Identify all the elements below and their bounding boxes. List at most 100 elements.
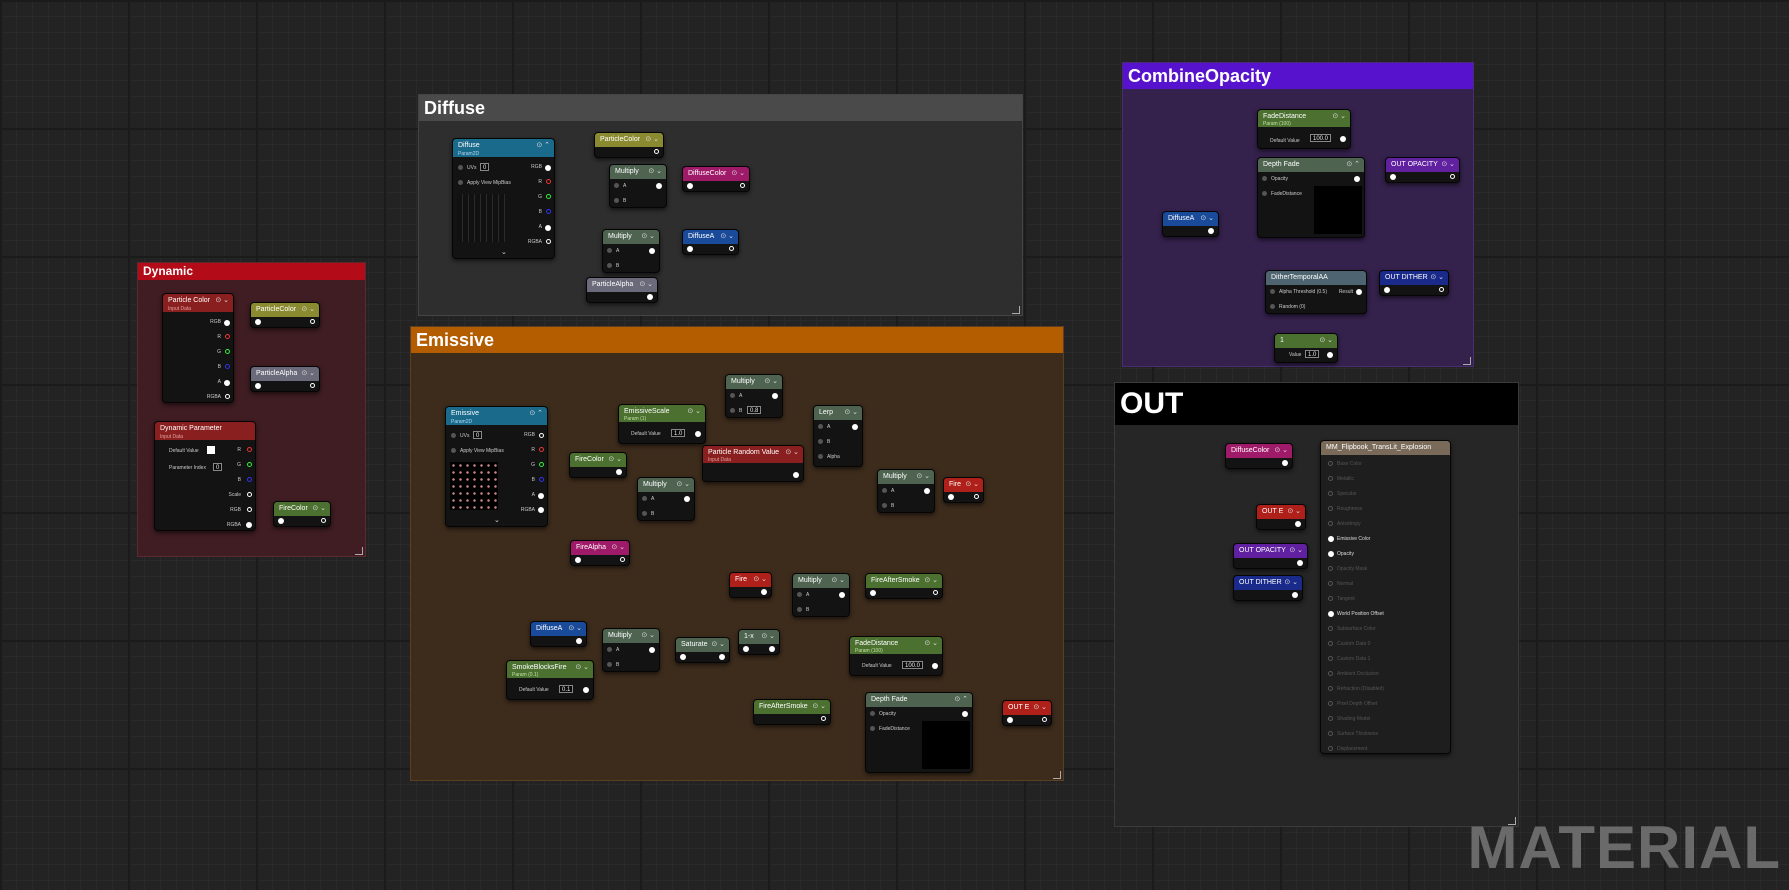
input-pin-b[interactable]	[797, 607, 802, 612]
particlealpha-param-node[interactable]: ParticleAlpha ⊙ ⌄	[250, 366, 320, 392]
multiply-node[interactable]: Multiply ⊙ ⌄ A B	[602, 628, 660, 672]
output-pin[interactable]	[719, 654, 725, 660]
out-opacity-node[interactable]: OUT OPACITY ⊙ ⌄	[1385, 157, 1460, 183]
node-collapse-icon[interactable]: ⊙ ⌄	[639, 278, 653, 292]
output-pin[interactable]	[656, 183, 662, 189]
node-collapse-icon[interactable]: ⊙ ⌄	[916, 470, 930, 484]
expand-icon[interactable]: ⌄	[494, 516, 500, 524]
node-collapse-icon[interactable]: ⊙ ⌄	[215, 294, 229, 308]
emissivescale-param-node[interactable]: EmissiveScale ⊙ ⌄ Param (1) Default Value…	[618, 404, 706, 444]
dither-temporal-aa-node[interactable]: DitherTemporalAA Alpha Threshold (0.5) R…	[1265, 270, 1367, 314]
output-pin[interactable]	[538, 507, 544, 513]
default-value-field[interactable]: 1.0	[671, 429, 686, 437]
material-input-pin[interactable]	[1328, 506, 1333, 511]
output-pin[interactable]	[546, 194, 551, 199]
node-collapse-icon[interactable]: ⊙ ⌄	[687, 405, 701, 419]
input-pin[interactable]	[458, 180, 463, 185]
default-value-field[interactable]: 100.0	[902, 661, 924, 669]
output-pin[interactable]	[247, 492, 252, 497]
parameter-index-field[interactable]: 0	[213, 463, 223, 471]
input-pin[interactable]	[278, 518, 284, 524]
input-pin[interactable]	[255, 319, 261, 325]
output-pin[interactable]	[225, 334, 230, 339]
node-collapse-icon[interactable]: ⊙ ⌄	[1289, 544, 1303, 558]
input-pin[interactable]	[1384, 287, 1390, 293]
node-collapse-icon[interactable]: ⊙ ⌄	[785, 446, 799, 460]
material-input-pin[interactable]	[1328, 656, 1333, 661]
output-pin[interactable]	[247, 447, 252, 452]
input-pin[interactable]	[458, 165, 463, 170]
node-collapse-icon[interactable]: ⊙ ⌄	[1332, 110, 1346, 124]
output-pin[interactable]	[539, 462, 544, 467]
input-pin-b[interactable]	[607, 263, 612, 268]
output-pin[interactable]	[1327, 352, 1333, 358]
input-pin[interactable]	[680, 654, 686, 660]
output-pin[interactable]	[821, 716, 826, 721]
node-collapse-icon[interactable]: ⊙ ⌄	[711, 638, 725, 652]
node-collapse-icon[interactable]: ⊙ ⌄	[1430, 271, 1444, 285]
output-pin[interactable]	[1282, 460, 1288, 466]
output-pin[interactable]	[539, 477, 544, 482]
node-collapse-icon[interactable]: ⊙ ⌄	[812, 700, 826, 714]
material-input-pin[interactable]	[1328, 716, 1333, 721]
depth-fade-node[interactable]: Depth Fade ⊙ ⌃ Opacity FadeDistance	[1257, 157, 1365, 238]
node-collapse-icon[interactable]: ⊙ ⌄	[648, 165, 662, 179]
output-pin[interactable]	[1450, 174, 1455, 179]
input-pin-b[interactable]	[882, 503, 887, 508]
node-collapse-icon[interactable]: ⊙ ⌄	[641, 629, 655, 643]
material-input-pin[interactable]	[1328, 476, 1333, 481]
fadedistance-param-node[interactable]: FadeDistance ⊙ ⌄ Param (100) Default Valu…	[1257, 109, 1351, 149]
dynamic-parameter-node[interactable]: Dynamic Parameter Input Data Default Val…	[154, 421, 256, 531]
input-pin-a[interactable]	[730, 393, 735, 398]
node-collapse-icon[interactable]: ⊙ ⌄	[676, 478, 690, 492]
fireaftersmoke-node[interactable]: FireAfterSmoke ⊙ ⌄	[865, 573, 943, 599]
node-collapse-icon[interactable]: ⊙ ⌄	[608, 453, 622, 467]
node-collapse-icon[interactable]: ⊙ ⌄	[1441, 158, 1455, 172]
node-collapse-icon[interactable]: ⊙ ⌃	[1346, 158, 1360, 172]
output-pin[interactable]	[616, 469, 622, 475]
default-value-swatch[interactable]	[207, 446, 215, 454]
output-pin[interactable]	[695, 431, 701, 437]
one-minus-node[interactable]: 1-x ⊙ ⌄	[738, 629, 780, 655]
node-collapse-icon[interactable]: ⊙ ⌄	[312, 502, 326, 516]
node-collapse-icon[interactable]: ⊙ ⌄	[645, 133, 659, 147]
node-collapse-icon[interactable]: ⊙ ⌄	[1319, 334, 1333, 348]
material-input-pin[interactable]	[1328, 536, 1334, 542]
output-pin[interactable]	[839, 592, 845, 598]
output-pin[interactable]	[1356, 289, 1362, 295]
fire-node[interactable]: Fire ⊙ ⌄	[729, 572, 772, 598]
output-pin[interactable]	[962, 711, 968, 717]
output-pin[interactable]	[729, 246, 734, 251]
output-pin[interactable]	[933, 590, 938, 595]
diffuse-texture-node[interactable]: Diffuse ⊙ ⌃ Param2D UVs 0 Apply View MipB…	[452, 138, 555, 259]
constant-node[interactable]: 1 ⊙ ⌄ Value 1.0	[1274, 333, 1338, 363]
node-collapse-icon[interactable]: ⊙ ⌄	[831, 574, 845, 588]
node-collapse-icon[interactable]: ⊙ ⌄	[1033, 701, 1047, 715]
diffusea-node[interactable]: DiffuseA ⊙ ⌄	[530, 621, 587, 647]
comment-out[interactable]: OUT	[1114, 382, 1519, 827]
output-pin[interactable]	[310, 383, 315, 388]
smokeblocksfire-param-node[interactable]: SmokeBlocksFire ⊙ ⌄ Param (0.1) Default V…	[506, 660, 594, 700]
input-pin[interactable]	[1390, 174, 1396, 180]
output-pin[interactable]	[740, 183, 745, 188]
particlecolor-param-node[interactable]: ParticleColor ⊙ ⌄	[594, 132, 664, 158]
input-pin[interactable]	[451, 448, 456, 453]
input-pin-a[interactable]	[614, 183, 619, 188]
input-pin-a[interactable]	[797, 592, 802, 597]
output-pin[interactable]	[1354, 176, 1360, 182]
input-pin-a[interactable]	[607, 647, 612, 652]
node-collapse-icon[interactable]: ⊙ ⌄	[641, 230, 655, 244]
output-pin[interactable]	[1297, 560, 1303, 566]
output-pin[interactable]	[224, 320, 230, 326]
value-field[interactable]: 1.0	[1305, 350, 1320, 358]
input-pin[interactable]	[687, 183, 693, 189]
material-input-pin[interactable]	[1328, 491, 1333, 496]
diffusea-node[interactable]: DiffuseA ⊙ ⌄	[1162, 211, 1219, 237]
out-opacity-node[interactable]: OUT OPACITY ⊙ ⌄	[1233, 543, 1308, 569]
fire-named-reroute-node[interactable]: Fire ⊙ ⌄	[943, 477, 984, 503]
input-pin-fadedistance[interactable]	[870, 726, 875, 731]
resize-handle[interactable]	[1053, 771, 1061, 779]
saturate-node[interactable]: Saturate ⊙ ⌄	[675, 637, 730, 663]
material-input-pin[interactable]	[1328, 611, 1334, 617]
node-collapse-icon[interactable]: ⊙ ⌄	[1284, 576, 1298, 590]
